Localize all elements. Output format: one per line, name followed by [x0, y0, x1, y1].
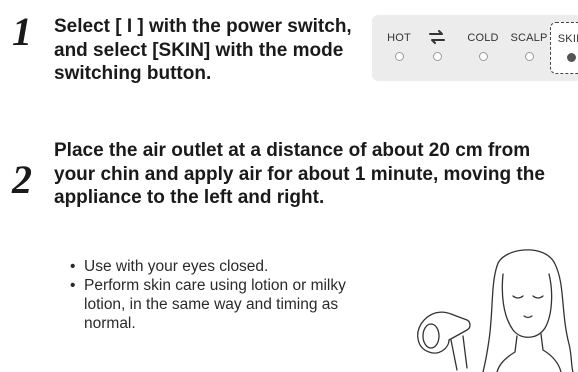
- mode-cold-indicator: [478, 52, 488, 61]
- mode-alternating-indicator: [432, 52, 442, 61]
- alternating-arrows-icon: [422, 30, 452, 46]
- mode-scalp-label: SCALP: [510, 32, 548, 44]
- mode-alternating: [422, 30, 452, 61]
- step-2-instruction: Place the air outlet at a distance of ab…: [54, 140, 545, 208]
- face-and-dryer-illustration: [417, 249, 574, 372]
- mode-skin: SKIN: [550, 22, 578, 74]
- step-1-instruction: Select [ I ] with the power switch, and …: [54, 16, 352, 84]
- mode-skin-label: SKIN: [557, 33, 578, 45]
- mode-scalp-indicator: [524, 52, 534, 61]
- mode-indicator-panel: HOT COLD SCALP SKIN: [372, 15, 578, 81]
- mode-cold: COLD: [464, 30, 502, 61]
- step-2-number: 2: [12, 157, 32, 202]
- mode-cold-label: COLD: [467, 32, 499, 44]
- step-1-number: 1: [12, 9, 32, 54]
- mode-scalp: SCALP: [506, 30, 552, 61]
- mode-hot: HOT: [384, 30, 414, 61]
- notes-list: Use with your eyes closed. Perform skin …: [70, 257, 350, 333]
- note-item: Use with your eyes closed.: [70, 257, 350, 276]
- mode-hot-indicator: [394, 52, 404, 61]
- note-item: Perform skin care using lotion or milky …: [70, 276, 350, 333]
- mode-skin-indicator: [566, 53, 576, 62]
- mode-hot-label: HOT: [387, 32, 411, 44]
